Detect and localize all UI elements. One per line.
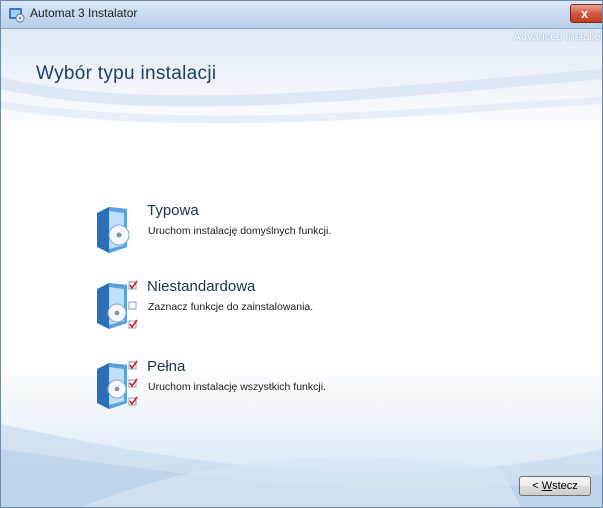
custom-setup-icon [97,280,138,329]
installer-app-icon [9,8,25,23]
brand-watermark: Advanced Installer [513,31,603,43]
close-icon: x [581,6,589,21]
option-description: Uruchom instalację wszystkich funkcji. [148,381,326,393]
typical-setup-icon [97,207,130,253]
option-description: Zaznacz funkcje do zainstalowania. [148,301,314,313]
back-accelerator: W [541,480,553,492]
complete-setup-icon [97,360,138,409]
installer-window: Automat 3 Instalator x Advanced Installe… [0,0,603,508]
option-complete[interactable]: Pełna Uruchom instalację wszystkich funk… [91,358,491,419]
page-title: Wybór typu instalacji [36,63,217,84]
option-description: Uruchom instalację domyślnych funkcji. [148,225,332,237]
option-custom[interactable]: Niestandardowa Zaznacz funkcje do zainst… [91,278,491,339]
window-title: Automat 3 Instalator [30,6,138,20]
option-typical[interactable]: Typowa Uruchom instalację domyślnych fun… [91,202,491,263]
back-prefix: < [532,480,542,492]
title-bar[interactable]: Automat 3 Instalator x [1,1,602,29]
option-title: Pełna [147,358,186,375]
option-title: Niestandardowa [147,278,256,295]
background-swoosh [1,69,602,507]
option-title: Typowa [147,202,199,219]
close-button[interactable]: x [570,4,602,23]
content-area: Advanced Installer Wybór typu instalacji… [1,29,602,507]
back-button[interactable]: < Wstecz [519,476,591,496]
back-label-rest: stecz [552,480,578,492]
